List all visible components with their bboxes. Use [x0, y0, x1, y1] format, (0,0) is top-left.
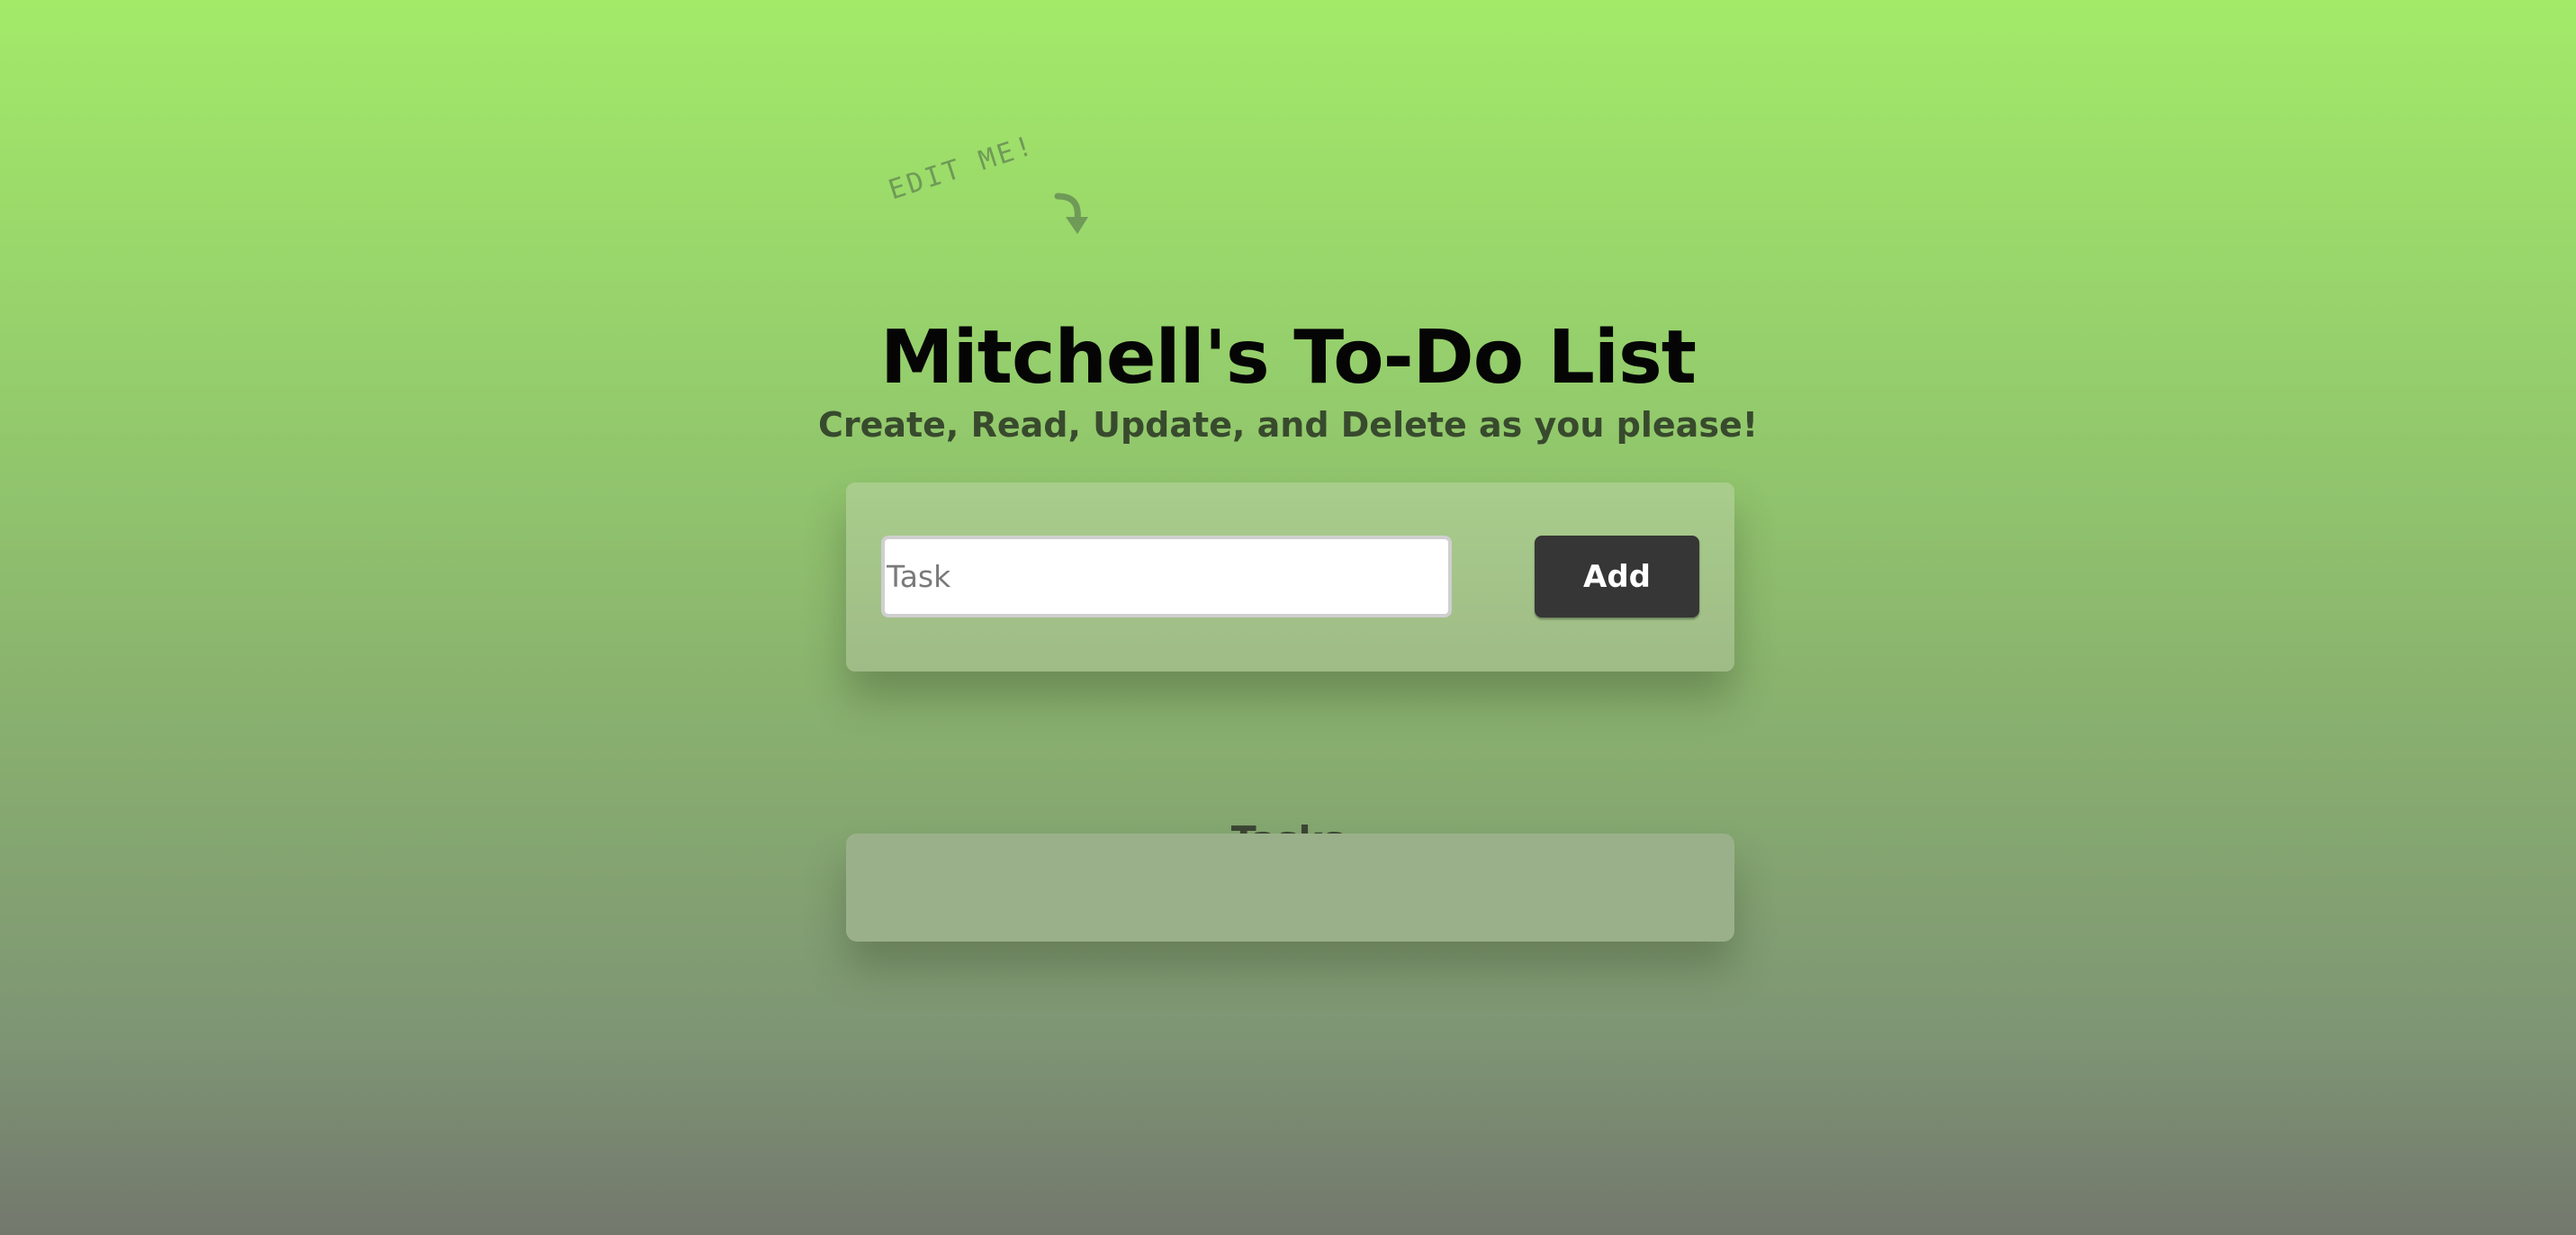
todo-page: EDIT ME! Mitchell's To-Do List Create, R…	[0, 0, 2576, 1235]
add-button[interactable]: Add	[1535, 536, 1699, 618]
tasks-list	[846, 834, 1734, 942]
page-title: Mitchell's To-Do List	[880, 314, 1697, 401]
task-input[interactable]	[881, 536, 1452, 618]
add-task-panel: Add	[846, 482, 1734, 672]
page-subtitle: Create, Read, Update, and Delete as you …	[817, 404, 1759, 445]
curved-arrow-down-icon	[1054, 193, 1088, 234]
edit-me-note: EDIT ME!	[885, 129, 1040, 207]
